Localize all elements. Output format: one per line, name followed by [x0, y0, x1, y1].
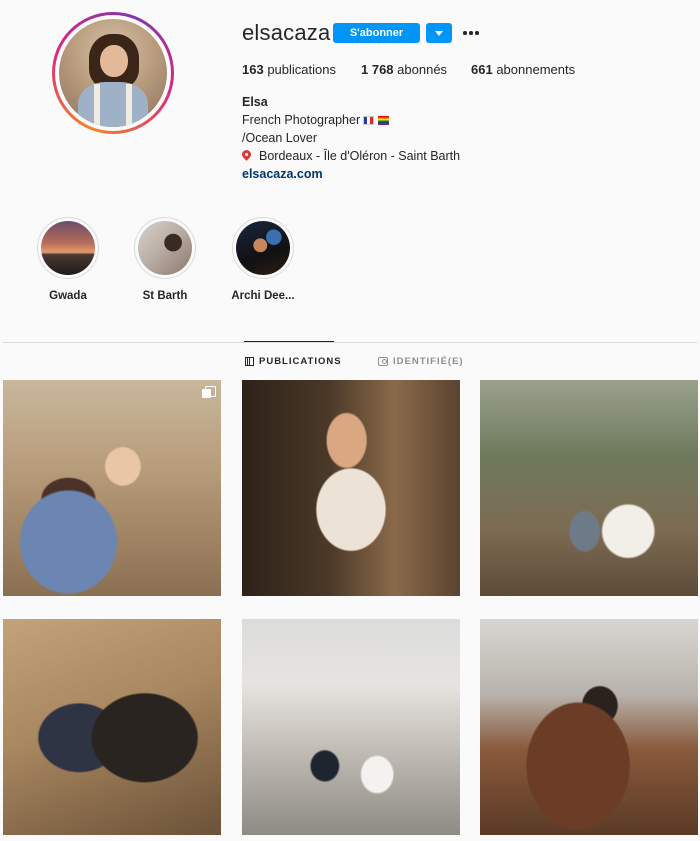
highlight-cover	[41, 221, 95, 275]
location-pin-icon	[242, 150, 251, 161]
bio-line-3: Bordeaux - Île d'Oléron - Saint Barth	[242, 147, 460, 165]
bio-line-2: /Ocean Lover	[242, 131, 318, 145]
more-options-icon[interactable]	[460, 24, 482, 42]
post-thumbnail[interactable]	[3, 380, 221, 596]
highlight-st-barth[interactable]: St Barth	[130, 217, 200, 302]
stat-publications: 163 publications	[242, 62, 336, 77]
highlight-label: Gwada	[49, 290, 87, 302]
profile-bio: Elsa French Photographer /Ocean Lover Bo…	[242, 93, 460, 183]
highlight-cover	[236, 221, 290, 275]
post-thumbnail[interactable]	[480, 380, 698, 596]
post-thumbnail[interactable]	[242, 380, 460, 596]
france-flag-icon	[363, 116, 375, 125]
tagged-icon	[378, 357, 388, 366]
grid-icon	[245, 357, 254, 366]
stat-following[interactable]: 661 abonnements	[471, 62, 575, 77]
tab-publications[interactable]: PUBLICATIONS	[245, 356, 342, 367]
dropdown-arrow-icon	[435, 30, 443, 36]
post-thumbnail[interactable]	[480, 619, 698, 835]
highlight-archi-dee[interactable]: Archi Dee...	[228, 217, 298, 302]
tab-tagged[interactable]: IDENTIFIÉ(E)	[378, 356, 464, 367]
carousel-icon	[202, 386, 216, 398]
highlight-label: Archi Dee...	[231, 290, 295, 302]
avatar-photo	[59, 19, 167, 127]
profile-avatar[interactable]	[52, 12, 174, 134]
active-tab-indicator	[244, 341, 334, 342]
rainbow-flag-icon	[378, 116, 390, 125]
post-thumbnail[interactable]	[3, 619, 221, 835]
tabs-divider	[3, 342, 697, 343]
highlight-cover	[138, 221, 192, 275]
highlight-label: St Barth	[142, 290, 188, 302]
stat-followers[interactable]: 1 768 abonnés	[361, 62, 447, 77]
post-thumbnail[interactable]	[242, 619, 460, 835]
follow-button[interactable]: S'abonner	[333, 23, 420, 43]
bio-line-1: French Photographer	[242, 111, 460, 129]
username: elsacaza	[242, 20, 331, 45]
highlight-gwada[interactable]: Gwada	[33, 217, 103, 302]
full-name: Elsa	[242, 95, 268, 109]
suggestions-dropdown-button[interactable]	[426, 23, 452, 43]
website-link[interactable]: elsacaza.com	[242, 165, 460, 183]
